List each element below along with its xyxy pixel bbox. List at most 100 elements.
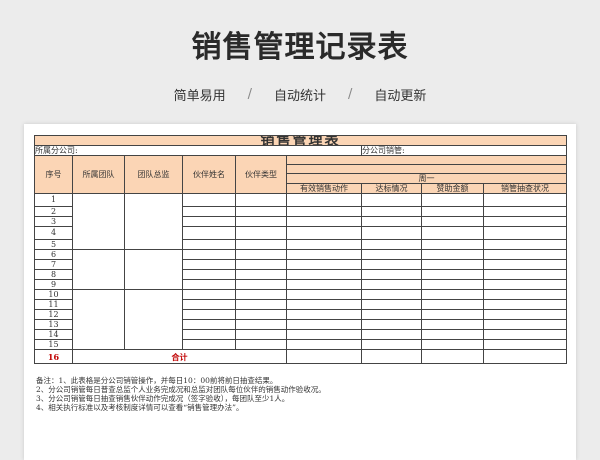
data-cell[interactable] <box>483 259 567 270</box>
data-cell[interactable] <box>235 226 287 240</box>
data-cell[interactable] <box>361 269 422 280</box>
data-cell[interactable] <box>235 299 287 310</box>
data-cell[interactable] <box>235 329 287 340</box>
data-cell[interactable] <box>182 319 236 330</box>
supervisor-cell[interactable] <box>124 193 183 250</box>
data-cell[interactable] <box>286 319 362 330</box>
data-cell[interactable] <box>361 289 422 300</box>
data-cell[interactable] <box>182 249 236 260</box>
data-cell[interactable] <box>421 239 484 250</box>
data-cell[interactable] <box>483 226 567 240</box>
team-cell[interactable] <box>72 193 125 250</box>
data-cell[interactable] <box>235 206 287 217</box>
total-cell[interactable] <box>483 349 567 364</box>
data-cell[interactable] <box>361 329 422 340</box>
data-cell[interactable] <box>286 309 362 320</box>
data-cell[interactable] <box>421 259 484 270</box>
data-cell[interactable] <box>182 339 236 350</box>
data-cell[interactable] <box>182 329 236 340</box>
data-cell[interactable] <box>483 309 567 320</box>
data-cell[interactable] <box>483 319 567 330</box>
data-cell[interactable] <box>286 259 362 270</box>
data-cell[interactable] <box>483 206 567 217</box>
data-cell[interactable] <box>182 279 236 290</box>
data-cell[interactable] <box>483 249 567 260</box>
data-cell[interactable] <box>235 269 287 280</box>
data-cell[interactable] <box>286 239 362 250</box>
data-cell[interactable] <box>235 239 287 250</box>
data-cell[interactable] <box>182 216 236 227</box>
data-cell[interactable] <box>286 279 362 290</box>
data-cell[interactable] <box>421 216 484 227</box>
data-cell[interactable] <box>361 279 422 290</box>
data-cell[interactable] <box>235 309 287 320</box>
supervisor-cell[interactable] <box>124 289 183 350</box>
data-cell[interactable] <box>483 239 567 250</box>
data-cell[interactable] <box>483 339 567 350</box>
total-cell[interactable] <box>286 349 362 364</box>
data-cell[interactable] <box>286 216 362 227</box>
data-cell[interactable] <box>361 239 422 250</box>
data-cell[interactable] <box>235 259 287 270</box>
data-cell[interactable] <box>286 226 362 240</box>
data-cell[interactable] <box>361 299 422 310</box>
data-cell[interactable] <box>421 193 484 207</box>
data-cell[interactable] <box>483 299 567 310</box>
data-cell[interactable] <box>286 249 362 260</box>
data-cell[interactable] <box>361 339 422 350</box>
data-cell[interactable] <box>361 309 422 320</box>
data-cell[interactable] <box>361 206 422 217</box>
data-cell[interactable] <box>421 309 484 320</box>
data-cell[interactable] <box>361 259 422 270</box>
data-cell[interactable] <box>286 329 362 340</box>
data-cell[interactable] <box>182 269 236 280</box>
data-cell[interactable] <box>361 249 422 260</box>
data-cell[interactable] <box>286 269 362 280</box>
data-cell[interactable] <box>483 279 567 290</box>
data-cell[interactable] <box>421 269 484 280</box>
data-cell[interactable] <box>361 216 422 227</box>
data-cell[interactable] <box>421 329 484 340</box>
data-cell[interactable] <box>182 289 236 300</box>
data-cell[interactable] <box>286 289 362 300</box>
data-cell[interactable] <box>483 329 567 340</box>
data-cell[interactable] <box>182 226 236 240</box>
data-cell[interactable] <box>483 216 567 227</box>
data-cell[interactable] <box>421 339 484 350</box>
data-cell[interactable] <box>182 299 236 310</box>
total-cell[interactable] <box>421 349 484 364</box>
data-cell[interactable] <box>235 339 287 350</box>
data-cell[interactable] <box>421 226 484 240</box>
data-cell[interactable] <box>286 206 362 217</box>
data-cell[interactable] <box>182 309 236 320</box>
data-cell[interactable] <box>235 216 287 227</box>
data-cell[interactable] <box>182 239 236 250</box>
data-cell[interactable] <box>421 289 484 300</box>
total-cell[interactable] <box>361 349 422 364</box>
data-cell[interactable] <box>483 193 567 207</box>
data-cell[interactable] <box>361 319 422 330</box>
data-cell[interactable] <box>483 289 567 300</box>
data-cell[interactable] <box>421 249 484 260</box>
data-cell[interactable] <box>421 319 484 330</box>
data-cell[interactable] <box>286 339 362 350</box>
supervisor-cell[interactable] <box>124 249 183 290</box>
data-cell[interactable] <box>235 319 287 330</box>
data-cell[interactable] <box>421 279 484 290</box>
data-cell[interactable] <box>421 299 484 310</box>
data-cell[interactable] <box>182 259 236 270</box>
data-cell[interactable] <box>235 279 287 290</box>
data-cell[interactable] <box>361 226 422 240</box>
data-cell[interactable] <box>182 193 236 207</box>
team-cell[interactable] <box>72 289 125 350</box>
data-cell[interactable] <box>235 289 287 300</box>
data-cell[interactable] <box>235 249 287 260</box>
data-cell[interactable] <box>361 193 422 207</box>
data-cell[interactable] <box>235 193 287 207</box>
data-cell[interactable] <box>182 206 236 217</box>
data-cell[interactable] <box>286 193 362 207</box>
data-cell[interactable] <box>286 299 362 310</box>
data-cell[interactable] <box>421 206 484 217</box>
data-cell[interactable] <box>483 269 567 280</box>
team-cell[interactable] <box>72 249 125 290</box>
